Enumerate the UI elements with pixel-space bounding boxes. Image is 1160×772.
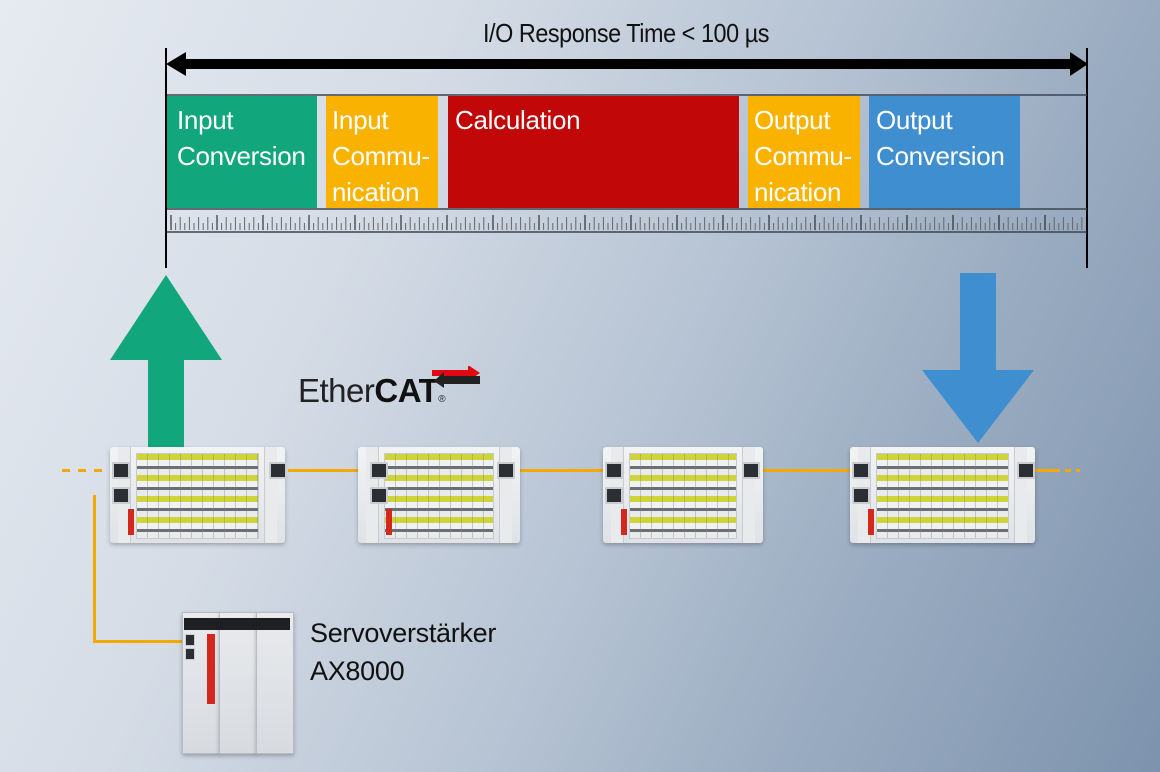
terminal-strip	[136, 453, 259, 539]
cable-to-servo-horizontal	[93, 640, 193, 643]
phase-output-communication: Output Commu- nication	[748, 96, 860, 208]
phase-input-conversion: Input Conversion	[167, 96, 317, 208]
phase-calculation: Calculation	[448, 96, 739, 208]
ethernet-port-right	[742, 462, 760, 479]
ethernet-port-in	[605, 462, 623, 479]
cable-outgoing-dotted	[1054, 469, 1080, 472]
ethernet-port-out	[852, 487, 870, 504]
servo-module-3	[256, 612, 294, 754]
phase-label-line2: Conversion	[177, 141, 306, 171]
input-up-arrow	[110, 275, 222, 450]
servo-drive-ax8000	[182, 612, 294, 754]
ethernet-port-out	[605, 487, 623, 504]
ethernet-port-in	[370, 462, 388, 479]
ethercat-io-module-1	[110, 447, 287, 543]
beckhoff-logo	[621, 509, 627, 535]
servo-label-line2: AX8000	[310, 656, 405, 686]
phase-label-line2: Commu-	[332, 141, 430, 171]
servo-module-2	[219, 612, 257, 754]
beckhoff-logo	[207, 634, 215, 704]
cable-incoming-dotted	[62, 469, 112, 472]
phase-label-line2: Conversion	[876, 141, 1005, 171]
servo-label: Servoverstärker AX8000	[310, 614, 496, 690]
cable-module3-module4	[756, 469, 856, 472]
beckhoff-logo	[868, 509, 874, 535]
ethercat-logo-ether: Ether	[298, 372, 375, 409]
servo-ethernet-port	[185, 634, 195, 646]
ethercat-logo-cat: CAT	[374, 372, 439, 409]
output-down-arrow	[922, 273, 1034, 443]
ethercat-io-module-4	[850, 447, 1035, 543]
registered-mark: ®	[438, 394, 446, 405]
terminal-strip	[384, 453, 494, 539]
ethernet-port-in	[112, 462, 130, 479]
end-boundary-line	[1086, 48, 1088, 268]
phase-output-conversion: Output Conversion	[869, 96, 1020, 208]
cable-segment	[1034, 469, 1054, 472]
phase-label-line1: Input	[177, 105, 234, 135]
diagram-title: I/O Response Time < 100 µs	[482, 18, 769, 48]
ethercat-logo: EtherCAT®	[298, 372, 446, 410]
cable-module2-module3	[512, 469, 612, 472]
phase-label-line3: nication	[754, 177, 842, 207]
phase-label-line1: Output	[754, 105, 831, 135]
ethercat-arrows-icon	[432, 366, 480, 388]
phase-label-line2: Commu-	[754, 141, 852, 171]
ethernet-port-in	[852, 462, 870, 479]
beckhoff-logo	[386, 509, 392, 535]
ethernet-port-out	[370, 487, 388, 504]
phase-label-line1: Calculation	[455, 105, 581, 135]
phase-input-communication: Input Commu- nication	[326, 96, 438, 208]
time-ruler	[170, 215, 1083, 230]
phase-label-line3: nication	[332, 177, 420, 207]
ethernet-port-right	[497, 462, 515, 479]
ethercat-io-module-3	[603, 447, 763, 543]
ethernet-port-right	[269, 462, 287, 479]
servo-display-strip	[184, 618, 290, 630]
cable-to-servo-vertical	[93, 495, 96, 643]
servo-ethernet-port	[185, 648, 195, 660]
servo-label-line1: Servoverstärker	[310, 618, 497, 648]
beckhoff-logo	[128, 509, 134, 535]
terminal-strip	[629, 453, 737, 539]
phase-label-line1: Input	[332, 105, 389, 135]
ethercat-io-module-2	[358, 447, 520, 543]
ethernet-port-right	[1017, 462, 1035, 479]
response-time-span-arrow	[166, 52, 1088, 76]
terminal-strip	[876, 453, 1009, 539]
ethernet-port-out	[112, 487, 130, 504]
phase-label-line1: Output	[876, 105, 953, 135]
